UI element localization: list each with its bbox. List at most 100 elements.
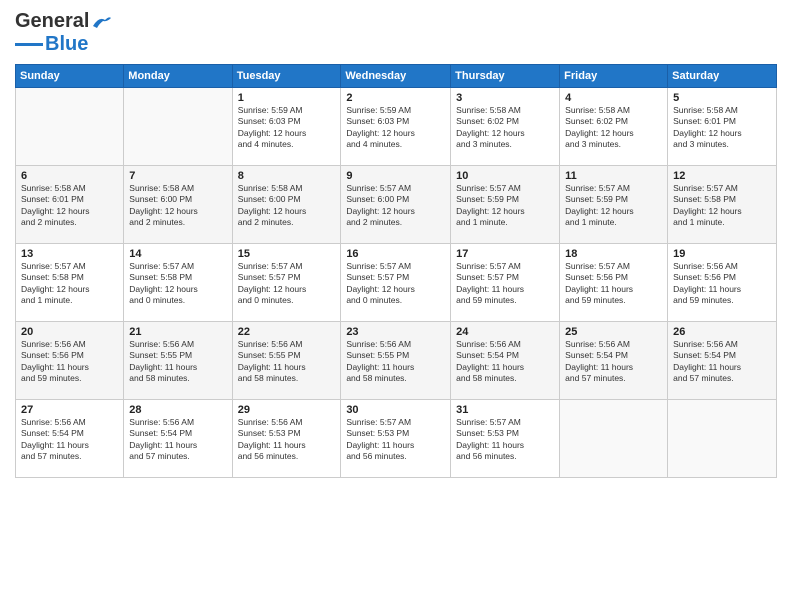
calendar-cell: 13Sunrise: 5:57 AMSunset: 5:58 PMDayligh… [16,244,124,322]
logo-bird-icon [91,14,113,30]
day-number: 26 [673,326,771,338]
logo-blue: Blue [45,33,88,56]
calendar-cell: 27Sunrise: 5:56 AMSunset: 5:54 PMDayligh… [16,400,124,478]
day-number: 6 [21,170,118,182]
day-number: 31 [456,404,554,416]
logo: General Blue [15,10,113,56]
calendar-cell: 7Sunrise: 5:58 AMSunset: 6:00 PMDaylight… [124,166,232,244]
calendar-cell: 30Sunrise: 5:57 AMSunset: 5:53 PMDayligh… [341,400,451,478]
calendar-cell [668,400,777,478]
day-info: Sunrise: 5:56 AMSunset: 5:54 PMDaylight:… [21,417,118,463]
calendar-cell: 2Sunrise: 5:59 AMSunset: 6:03 PMDaylight… [341,88,451,166]
header: General Blue [15,10,777,56]
calendar-table: SundayMondayTuesdayWednesdayThursdayFrid… [15,64,777,478]
calendar-cell: 6Sunrise: 5:58 AMSunset: 6:01 PMDaylight… [16,166,124,244]
calendar-cell: 9Sunrise: 5:57 AMSunset: 6:00 PMDaylight… [341,166,451,244]
day-info: Sunrise: 5:56 AMSunset: 5:56 PMDaylight:… [21,339,118,385]
calendar-cell: 15Sunrise: 5:57 AMSunset: 5:57 PMDayligh… [232,244,341,322]
day-info: Sunrise: 5:57 AMSunset: 5:58 PMDaylight:… [21,261,118,307]
day-info: Sunrise: 5:57 AMSunset: 5:57 PMDaylight:… [346,261,445,307]
calendar-cell: 8Sunrise: 5:58 AMSunset: 6:00 PMDaylight… [232,166,341,244]
weekday-header: Tuesday [232,65,341,88]
day-info: Sunrise: 5:56 AMSunset: 5:55 PMDaylight:… [129,339,226,385]
weekday-header: Saturday [668,65,777,88]
day-info: Sunrise: 5:58 AMSunset: 6:02 PMDaylight:… [565,105,662,151]
calendar-cell: 25Sunrise: 5:56 AMSunset: 5:54 PMDayligh… [560,322,668,400]
calendar-cell: 24Sunrise: 5:56 AMSunset: 5:54 PMDayligh… [451,322,560,400]
day-info: Sunrise: 5:57 AMSunset: 5:56 PMDaylight:… [565,261,662,307]
day-info: Sunrise: 5:57 AMSunset: 5:57 PMDaylight:… [456,261,554,307]
calendar-cell: 29Sunrise: 5:56 AMSunset: 5:53 PMDayligh… [232,400,341,478]
calendar-cell: 10Sunrise: 5:57 AMSunset: 5:59 PMDayligh… [451,166,560,244]
calendar-week-row: 1Sunrise: 5:59 AMSunset: 6:03 PMDaylight… [16,88,777,166]
day-info: Sunrise: 5:56 AMSunset: 5:55 PMDaylight:… [238,339,336,385]
weekday-header: Sunday [16,65,124,88]
calendar-cell: 17Sunrise: 5:57 AMSunset: 5:57 PMDayligh… [451,244,560,322]
weekday-header: Wednesday [341,65,451,88]
day-number: 23 [346,326,445,338]
day-info: Sunrise: 5:56 AMSunset: 5:55 PMDaylight:… [346,339,445,385]
logo-general: General [15,10,89,33]
day-number: 30 [346,404,445,416]
day-info: Sunrise: 5:56 AMSunset: 5:56 PMDaylight:… [673,261,771,307]
day-info: Sunrise: 5:56 AMSunset: 5:54 PMDaylight:… [673,339,771,385]
calendar-cell: 4Sunrise: 5:58 AMSunset: 6:02 PMDaylight… [560,88,668,166]
calendar-cell: 1Sunrise: 5:59 AMSunset: 6:03 PMDaylight… [232,88,341,166]
calendar-cell: 14Sunrise: 5:57 AMSunset: 5:58 PMDayligh… [124,244,232,322]
day-number: 25 [565,326,662,338]
logo-line-accent [15,43,43,46]
calendar-header-row: SundayMondayTuesdayWednesdayThursdayFrid… [16,65,777,88]
calendar-cell: 31Sunrise: 5:57 AMSunset: 5:53 PMDayligh… [451,400,560,478]
day-number: 16 [346,248,445,260]
calendar-cell [560,400,668,478]
day-number: 14 [129,248,226,260]
calendar-cell: 18Sunrise: 5:57 AMSunset: 5:56 PMDayligh… [560,244,668,322]
page: General Blue SundayMondayTuesdayWednesda… [0,0,792,488]
day-number: 4 [565,92,662,104]
calendar-cell [124,88,232,166]
calendar-cell: 21Sunrise: 5:56 AMSunset: 5:55 PMDayligh… [124,322,232,400]
day-info: Sunrise: 5:57 AMSunset: 5:58 PMDaylight:… [673,183,771,229]
calendar-cell: 26Sunrise: 5:56 AMSunset: 5:54 PMDayligh… [668,322,777,400]
day-number: 29 [238,404,336,416]
day-number: 3 [456,92,554,104]
day-number: 2 [346,92,445,104]
calendar-cell: 23Sunrise: 5:56 AMSunset: 5:55 PMDayligh… [341,322,451,400]
calendar-cell: 22Sunrise: 5:56 AMSunset: 5:55 PMDayligh… [232,322,341,400]
day-number: 8 [238,170,336,182]
calendar-cell: 20Sunrise: 5:56 AMSunset: 5:56 PMDayligh… [16,322,124,400]
day-number: 10 [456,170,554,182]
day-number: 15 [238,248,336,260]
day-info: Sunrise: 5:56 AMSunset: 5:54 PMDaylight:… [565,339,662,385]
calendar-cell: 19Sunrise: 5:56 AMSunset: 5:56 PMDayligh… [668,244,777,322]
day-info: Sunrise: 5:59 AMSunset: 6:03 PMDaylight:… [346,105,445,151]
day-number: 1 [238,92,336,104]
day-info: Sunrise: 5:57 AMSunset: 6:00 PMDaylight:… [346,183,445,229]
day-number: 22 [238,326,336,338]
calendar-cell: 28Sunrise: 5:56 AMSunset: 5:54 PMDayligh… [124,400,232,478]
day-number: 27 [21,404,118,416]
day-info: Sunrise: 5:57 AMSunset: 5:57 PMDaylight:… [238,261,336,307]
day-number: 7 [129,170,226,182]
day-info: Sunrise: 5:59 AMSunset: 6:03 PMDaylight:… [238,105,336,151]
day-number: 11 [565,170,662,182]
day-number: 20 [21,326,118,338]
day-number: 17 [456,248,554,260]
calendar-week-row: 13Sunrise: 5:57 AMSunset: 5:58 PMDayligh… [16,244,777,322]
day-info: Sunrise: 5:57 AMSunset: 5:53 PMDaylight:… [346,417,445,463]
day-info: Sunrise: 5:57 AMSunset: 5:59 PMDaylight:… [456,183,554,229]
calendar-cell: 12Sunrise: 5:57 AMSunset: 5:58 PMDayligh… [668,166,777,244]
day-number: 18 [565,248,662,260]
day-info: Sunrise: 5:58 AMSunset: 6:00 PMDaylight:… [129,183,226,229]
day-info: Sunrise: 5:58 AMSunset: 6:01 PMDaylight:… [21,183,118,229]
calendar-week-row: 27Sunrise: 5:56 AMSunset: 5:54 PMDayligh… [16,400,777,478]
day-info: Sunrise: 5:56 AMSunset: 5:54 PMDaylight:… [129,417,226,463]
calendar-cell: 11Sunrise: 5:57 AMSunset: 5:59 PMDayligh… [560,166,668,244]
weekday-header: Monday [124,65,232,88]
weekday-header: Friday [560,65,668,88]
weekday-header: Thursday [451,65,560,88]
day-info: Sunrise: 5:58 AMSunset: 6:00 PMDaylight:… [238,183,336,229]
day-info: Sunrise: 5:56 AMSunset: 5:54 PMDaylight:… [456,339,554,385]
day-number: 24 [456,326,554,338]
day-info: Sunrise: 5:57 AMSunset: 5:53 PMDaylight:… [456,417,554,463]
